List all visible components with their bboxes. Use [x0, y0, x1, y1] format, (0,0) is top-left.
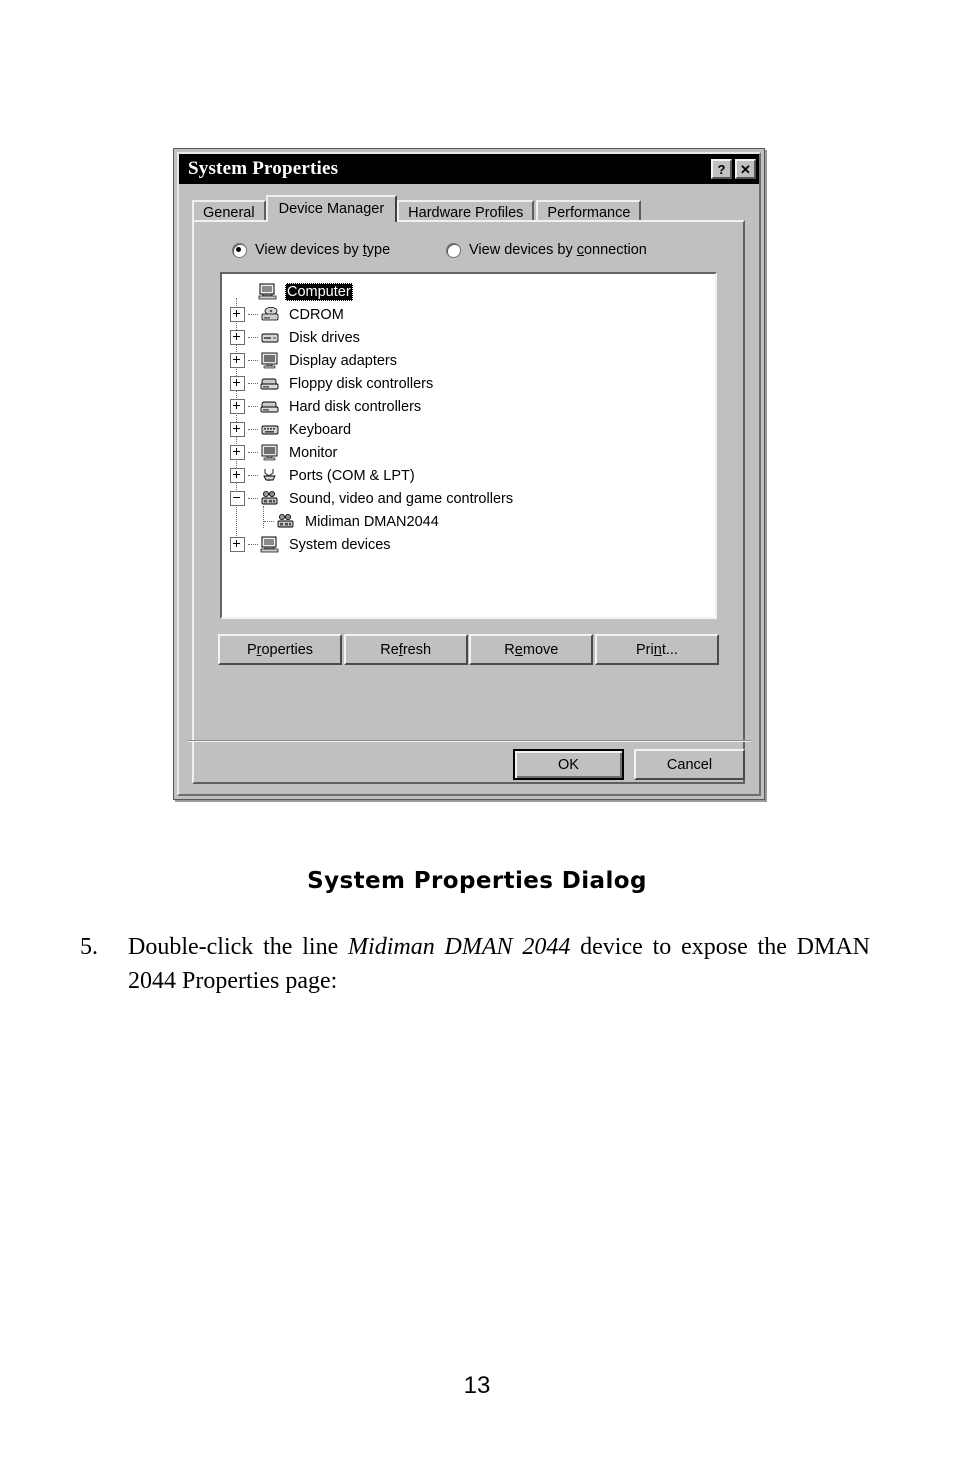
cancel-button[interactable]: Cancel	[634, 749, 745, 780]
radio-label-connection: View devices by connection	[469, 242, 647, 258]
tab-strip: General Device Manager Hardware Profiles…	[192, 195, 745, 222]
ports-icon	[260, 467, 281, 484]
tree-item-label: Disk drives	[289, 329, 360, 346]
dialog-inner-frame: System Properties ? ✕ General Device Man…	[177, 152, 761, 796]
harddisk-icon	[260, 398, 281, 415]
floppy-icon	[260, 375, 281, 392]
ok-button[interactable]: OK	[513, 749, 624, 780]
tree-item-label: System devices	[289, 536, 391, 553]
expander-plus-icon[interactable]	[230, 330, 245, 345]
refresh-button[interactable]: Re f resh	[343, 634, 468, 665]
device-action-buttons: Pr operties Re f resh Re move Pri n t...	[218, 634, 719, 665]
tree-item-ports[interactable]: Ports (COM & LPT)	[230, 464, 715, 487]
dialog-title: System Properties	[188, 158, 339, 179]
system-icon	[260, 536, 281, 553]
footer-separator	[187, 740, 751, 742]
tree-item-midiman-dman2044[interactable]: Midiman DMAN2044	[230, 510, 715, 533]
monitor-icon	[260, 444, 281, 461]
tree-item-label: Monitor	[289, 444, 338, 461]
computer-icon	[258, 283, 279, 300]
expander-plus-icon[interactable]	[230, 468, 245, 483]
radio-view-by-connection[interactable]: View devices by connection	[446, 242, 647, 258]
cdrom-icon	[260, 306, 281, 323]
tree-item-computer[interactable]: Computer	[230, 280, 715, 303]
tree-item-label: Keyboard	[289, 421, 352, 438]
expander-plus-icon[interactable]	[230, 399, 245, 414]
expander-plus-icon[interactable]	[230, 353, 245, 368]
radio-indicator-type[interactable]	[232, 242, 247, 258]
tree-item-label: Floppy disk controllers	[289, 375, 434, 392]
keyboard-icon	[260, 421, 281, 438]
dialog-titlebar: System Properties ? ✕	[179, 154, 759, 184]
tree-item-keyboard[interactable]: Keyboard	[230, 418, 715, 441]
step-text: Double-click the line Midiman DMAN 2044 …	[128, 934, 871, 995]
dialog-footer-buttons: OK Cancel	[513, 749, 745, 780]
expander-plus-icon[interactable]	[230, 445, 245, 460]
tree-item-monitor[interactable]: Monitor	[230, 441, 715, 464]
radio-view-by-type[interactable]: View devices by type	[232, 242, 390, 258]
disk-icon	[260, 329, 281, 346]
tree-item-label: Ports (COM & LPT)	[289, 467, 415, 484]
tree-item-cdrom[interactable]: CDROM	[230, 303, 715, 326]
close-button[interactable]: ✕	[735, 159, 756, 179]
step-item: 5. Double-click the line Midiman DMAN 20…	[80, 930, 870, 998]
system-properties-dialog: System Properties ? ✕ General Device Man…	[173, 148, 765, 800]
expander-plus-icon[interactable]	[230, 376, 245, 391]
expander-plus-icon[interactable]	[230, 422, 245, 437]
step-number: 5.	[80, 934, 98, 960]
print-button[interactable]: Pri n t...	[594, 634, 719, 665]
radio-indicator-connection[interactable]	[446, 242, 461, 258]
display-icon	[260, 352, 281, 369]
tree-item-label: Sound, video and game controllers	[289, 490, 514, 507]
page-number: 13	[463, 1372, 491, 1399]
help-button[interactable]: ?	[711, 159, 732, 179]
tree-item-label: CDROM	[289, 306, 344, 323]
expander-minus-icon[interactable]	[230, 491, 245, 506]
tree-item-display-adapters[interactable]: Display adapters	[230, 349, 715, 372]
tree-item-label: Computer	[285, 282, 353, 301]
tree-item-label: Midiman DMAN2044	[305, 513, 439, 530]
tab-general[interactable]: General	[192, 200, 266, 222]
tree-item-hard-disk-controllers[interactable]: Hard disk controllers	[230, 395, 715, 418]
tab-hardware-profiles[interactable]: Hardware Profiles	[397, 200, 535, 222]
radio-label-type: View devices by type	[255, 242, 391, 258]
tree-item-floppy-disk-controllers[interactable]: Floppy disk controllers	[230, 372, 715, 395]
tree-item-system-devices[interactable]: System devices	[230, 533, 715, 556]
expander-plus-icon[interactable]	[230, 537, 245, 552]
tree-item-disk-drives[interactable]: Disk drives	[230, 326, 715, 349]
tab-device-manager[interactable]: Device Manager	[265, 195, 398, 222]
device-tree[interactable]: Computer CDROM Disk drives Display adapt…	[220, 272, 717, 619]
tree-item-sound-video-game-controllers[interactable]: Sound, video and game controllers	[230, 487, 715, 510]
sound-icon	[276, 513, 297, 530]
figure-caption: System Properties Dialog	[307, 868, 647, 894]
tree-item-label: Display adapters	[289, 352, 397, 369]
device-manager-panel: View devices by type View devices by con…	[192, 220, 745, 784]
expander-plus-icon[interactable]	[230, 307, 245, 322]
remove-button[interactable]: Re move	[469, 634, 594, 665]
expander-placeholder	[230, 285, 243, 298]
sound-icon	[260, 490, 281, 507]
tree-item-label: Hard disk controllers	[289, 398, 422, 415]
view-mode-radio-group: View devices by type View devices by con…	[206, 242, 731, 264]
tab-performance[interactable]: Performance	[536, 200, 642, 222]
properties-button[interactable]: Pr operties	[218, 634, 342, 665]
